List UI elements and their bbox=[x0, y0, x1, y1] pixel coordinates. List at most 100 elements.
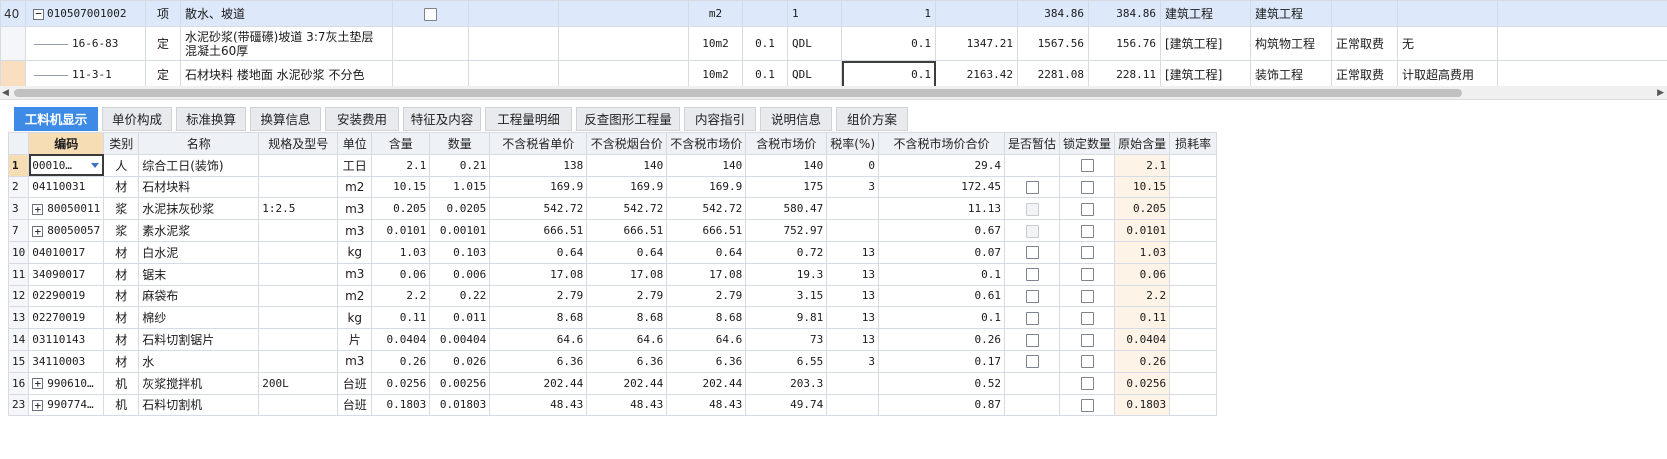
taxed-price-cell[interactable]: 49.74 bbox=[745, 393, 828, 417]
quantity-cell[interactable]: 0.01803 bbox=[429, 393, 491, 417]
taxed-price-cell[interactable]: 19.3 bbox=[745, 262, 828, 286]
yantai-price-cell[interactable]: 64.6 bbox=[586, 328, 668, 351]
estimate-cell[interactable] bbox=[1004, 219, 1061, 242]
tax-rate-cell[interactable]: 3 bbox=[826, 175, 880, 199]
original-content-cell[interactable]: 0.11 bbox=[1114, 306, 1171, 330]
original-content-cell[interactable]: 0.26 bbox=[1114, 349, 1171, 373]
category-cell[interactable]: 材 bbox=[103, 175, 140, 199]
total-cell[interactable]: 0.87 bbox=[878, 393, 1006, 417]
item-fee[interactable] bbox=[1331, 0, 1398, 27]
estimate-checkbox[interactable] bbox=[1025, 180, 1039, 194]
item-type[interactable]: 项 bbox=[145, 0, 181, 27]
lock-cell[interactable] bbox=[1059, 153, 1116, 177]
item-major[interactable]: [建筑工程] bbox=[1160, 26, 1251, 61]
column-header[interactable]: 是否暂估 bbox=[1004, 132, 1061, 155]
market-price-cell[interactable]: 6.36 bbox=[666, 349, 747, 373]
market-price-cell[interactable]: 0.64 bbox=[666, 240, 747, 264]
scroll-left-icon[interactable]: ◀ bbox=[2, 88, 9, 98]
item-feature[interactable] bbox=[558, 26, 689, 61]
dropdown-arrow-icon[interactable] bbox=[91, 162, 100, 168]
category-cell[interactable]: 材 bbox=[103, 284, 140, 308]
item-code[interactable]: 16-6-83 bbox=[25, 26, 146, 61]
resource-row[interactable]: 7 +80050057 浆素水泥浆 m3 0.0101 0.00101 666.51 666.… bbox=[7, 219, 1218, 242]
item-feature[interactable] bbox=[558, 0, 689, 27]
code-cell[interactable]: +80050057 bbox=[28, 219, 105, 242]
loss-rate-cell[interactable] bbox=[1169, 349, 1218, 373]
category-cell[interactable]: 机 bbox=[103, 371, 140, 395]
item-flag[interactable] bbox=[392, 26, 469, 61]
loss-rate-cell[interactable] bbox=[1169, 219, 1218, 242]
lock-cell[interactable] bbox=[1059, 240, 1116, 264]
item-spec[interactable] bbox=[468, 0, 559, 27]
item-row[interactable]: 40−010507001002 项散水、坡道 m2 1 1 384.86 384.86 建筑工… bbox=[0, 0, 1667, 27]
tax-rate-cell[interactable]: 13 bbox=[826, 262, 880, 286]
lock-checkbox[interactable] bbox=[1080, 289, 1094, 303]
total-cell[interactable]: 29.4 bbox=[878, 153, 1006, 177]
item-spec[interactable] bbox=[468, 26, 559, 61]
yantai-price-cell[interactable]: 542.72 bbox=[586, 197, 668, 221]
item-code[interactable]: −010507001002 bbox=[25, 0, 146, 27]
tab-7[interactable]: 反查图形工程量 bbox=[576, 107, 680, 131]
tax-rate-cell[interactable]: 0 bbox=[826, 153, 880, 177]
unit-cell[interactable]: m3 bbox=[337, 262, 373, 286]
item-col2[interactable]: 2281.08 bbox=[1017, 60, 1089, 89]
content-cell[interactable]: 0.0256 bbox=[371, 371, 431, 395]
province-price-cell[interactable]: 8.68 bbox=[489, 306, 588, 330]
column-header[interactable]: 锁定数量 bbox=[1059, 132, 1116, 155]
item-col3[interactable]: 228.11 bbox=[1088, 60, 1161, 89]
lock-cell[interactable] bbox=[1059, 393, 1116, 417]
lock-cell[interactable] bbox=[1059, 219, 1116, 242]
quantity-cell[interactable]: 0.00404 bbox=[429, 328, 491, 351]
collapse-icon[interactable]: − bbox=[33, 8, 44, 20]
province-price-cell[interactable]: 6.36 bbox=[489, 349, 588, 373]
code-cell[interactable]: 02290019 bbox=[28, 284, 105, 308]
tab-9[interactable]: 说明信息 bbox=[760, 107, 832, 131]
quantity-cell[interactable]: 0.00101 bbox=[429, 219, 491, 242]
item-specialty[interactable]: 建筑工程 bbox=[1250, 0, 1332, 27]
column-header[interactable]: 不含税省单价 bbox=[489, 132, 588, 155]
lock-checkbox[interactable] bbox=[1080, 311, 1094, 325]
item-specialty[interactable]: 装饰工程 bbox=[1250, 60, 1332, 89]
item-name[interactable]: 石材块料 楼地面 水泥砂浆 不分色 bbox=[180, 60, 393, 89]
expand-icon[interactable]: + bbox=[32, 378, 44, 390]
item-flag[interactable] bbox=[392, 60, 469, 89]
estimate-checkbox[interactable] bbox=[1025, 289, 1039, 303]
item-extra[interactable]: 计取超高费用 bbox=[1397, 60, 1498, 89]
quantity-cell[interactable]: 0.026 bbox=[429, 349, 491, 373]
lock-checkbox[interactable] bbox=[1080, 224, 1094, 238]
market-price-cell[interactable]: 64.6 bbox=[666, 328, 747, 351]
quantity-cell[interactable]: 1.015 bbox=[429, 175, 491, 199]
unit-cell[interactable]: 片 bbox=[337, 328, 373, 351]
name-cell[interactable]: 水泥抹灰砂浆 bbox=[138, 197, 260, 221]
estimate-cell[interactable] bbox=[1004, 349, 1061, 373]
tab-5[interactable]: 特征及内容 bbox=[403, 107, 481, 131]
item-type[interactable]: 定 bbox=[145, 26, 181, 61]
row-number[interactable]: 12 bbox=[7, 284, 30, 308]
unit-cell[interactable]: m2 bbox=[337, 175, 373, 199]
original-content-cell[interactable]: 2.1 bbox=[1114, 153, 1171, 177]
tax-rate-cell[interactable]: 13 bbox=[826, 240, 880, 264]
estimate-checkbox[interactable] bbox=[1025, 311, 1039, 325]
yantai-price-cell[interactable]: 48.43 bbox=[586, 393, 668, 417]
loss-rate-cell[interactable] bbox=[1169, 175, 1218, 199]
quantity-cell[interactable]: 0.0205 bbox=[429, 197, 491, 221]
market-price-cell[interactable]: 140 bbox=[666, 153, 747, 177]
column-header[interactable]: 数量 bbox=[429, 132, 491, 155]
resource-row[interactable]: 16 +990610… 机灰浆搅拌机 200L 台班 0.0256 0.00256 202.4… bbox=[7, 371, 1218, 395]
original-content-cell[interactable]: 0.1803 bbox=[1114, 393, 1171, 417]
column-header[interactable]: 规格及型号 bbox=[258, 132, 339, 155]
row-number[interactable]: 7 bbox=[7, 219, 30, 242]
taxed-price-cell[interactable]: 0.72 bbox=[745, 240, 828, 264]
category-cell[interactable]: 机 bbox=[103, 393, 140, 417]
row-number[interactable]: 15 bbox=[7, 349, 30, 373]
column-header[interactable]: 含量 bbox=[371, 132, 431, 155]
content-cell[interactable]: 0.26 bbox=[371, 349, 431, 373]
expand-icon[interactable]: + bbox=[32, 399, 44, 411]
estimate-cell[interactable] bbox=[1004, 153, 1061, 177]
estimate-cell[interactable] bbox=[1004, 197, 1061, 221]
unit-cell[interactable]: m3 bbox=[337, 197, 373, 221]
tax-rate-cell[interactable] bbox=[826, 219, 880, 242]
column-header[interactable]: 含税市场价 bbox=[745, 132, 828, 155]
item-type[interactable]: 定 bbox=[145, 60, 181, 89]
column-header[interactable]: 损耗率 bbox=[1169, 132, 1218, 155]
